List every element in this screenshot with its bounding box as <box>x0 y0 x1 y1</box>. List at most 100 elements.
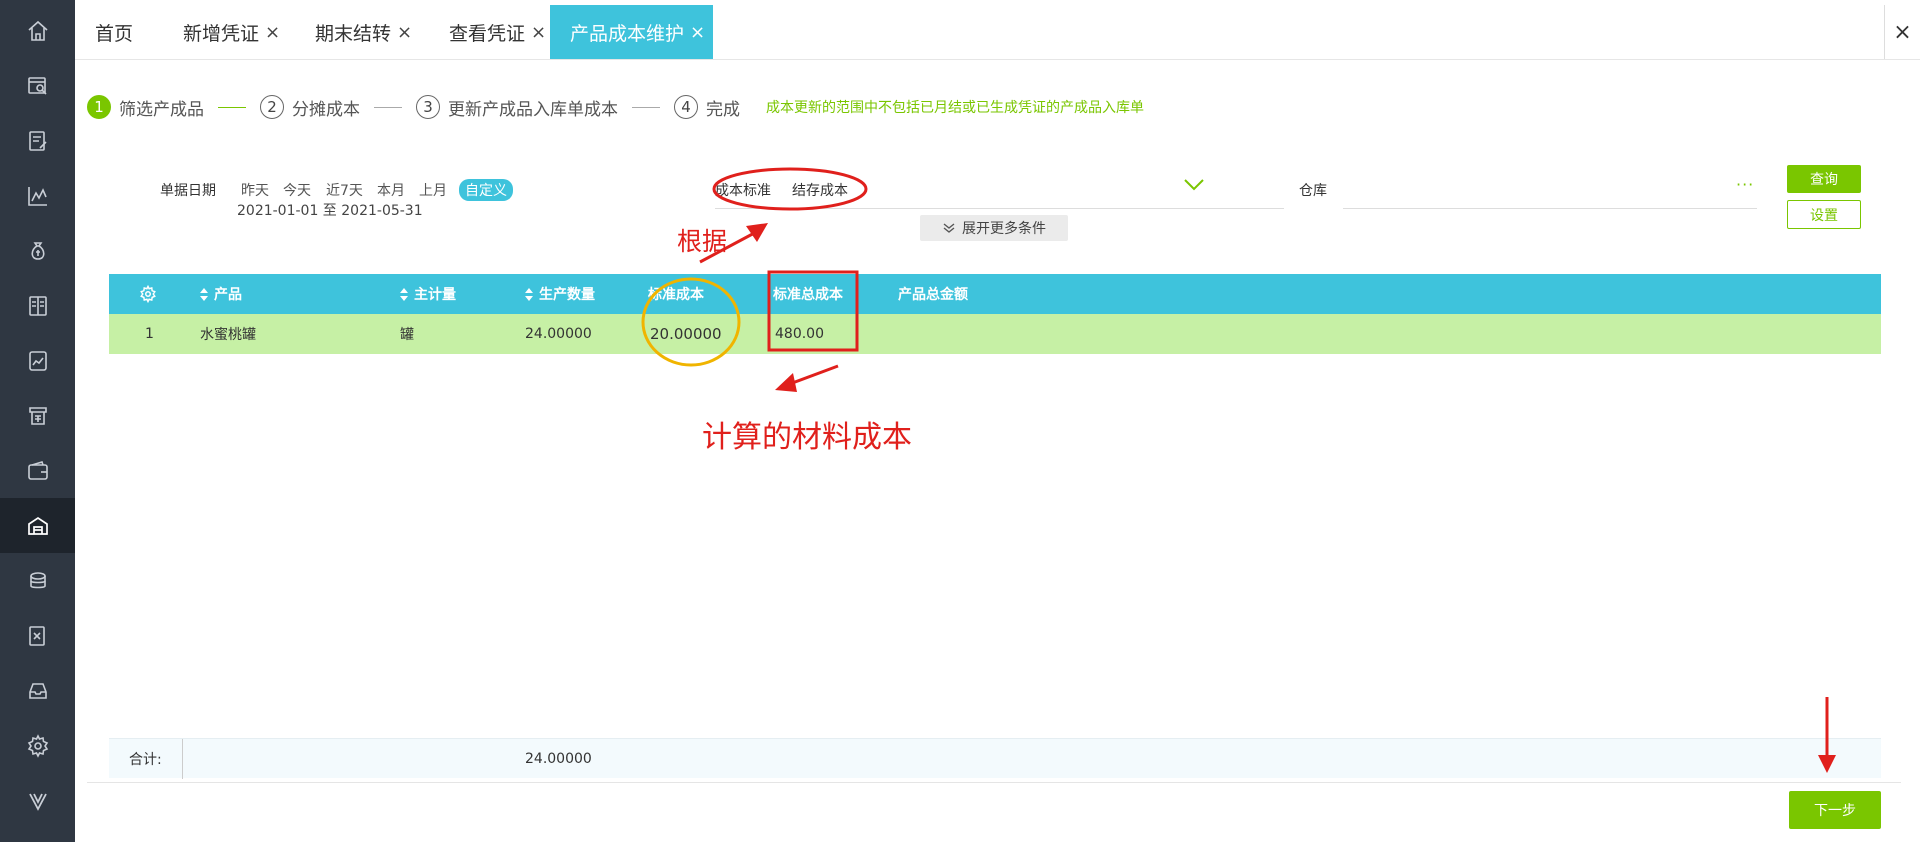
annotation-basis: 根据 <box>677 227 728 256</box>
date-option-last-month[interactable]: 上月 <box>419 180 447 200</box>
date-option-custom[interactable]: 自定义 <box>459 179 513 201</box>
step-3: 3 更新产成品入库单成本 <box>416 95 618 120</box>
tab-bar: 首页 新增凭证 × 期末结转 × 查看凭证 × 产品成本维护 × × <box>75 0 1920 60</box>
cell-unit[interactable]: 罐 <box>400 314 414 354</box>
close-icon[interactable]: × <box>531 22 546 43</box>
date-option-yesterday[interactable]: 昨天 <box>241 180 269 200</box>
column-unit[interactable]: 主计量 <box>400 274 456 314</box>
cell-quantity[interactable]: 24.00000 <box>525 314 592 354</box>
cell-product[interactable]: 水蜜桃罐 <box>200 314 256 354</box>
column-label: 产品总金额 <box>898 287 968 303</box>
close-icon[interactable]: × <box>397 22 412 43</box>
close-all-icon[interactable]: × <box>1884 5 1920 59</box>
step-4: 4 完成 <box>674 95 740 120</box>
tab-label: 首页 <box>95 22 134 45</box>
cell-std-cost[interactable]: 20.00000 <box>650 314 722 354</box>
table-row[interactable]: 1 水蜜桃罐 罐 24.00000 20.00000 480.00 <box>109 314 1881 354</box>
step-label: 分摊成本 <box>292 99 360 120</box>
step-2: 2 分摊成本 <box>260 95 360 120</box>
tab-view-voucher[interactable]: 查看凭证 × <box>429 5 561 59</box>
more-icon[interactable]: ··· <box>1736 175 1754 194</box>
asset-icon[interactable] <box>0 553 75 608</box>
expand-more-button[interactable]: 展开更多条件 <box>920 215 1068 241</box>
query-button[interactable]: 查询 <box>1787 165 1861 193</box>
close-icon[interactable]: × <box>690 22 705 43</box>
cell-std-total[interactable]: 480.00 <box>775 314 824 354</box>
column-product[interactable]: 产品 <box>200 274 242 314</box>
step-connector <box>632 106 660 108</box>
expand-more-label: 展开更多条件 <box>962 221 1046 237</box>
column-total-amount[interactable]: 产品总金额 <box>898 274 968 314</box>
row-index: 1 <box>145 326 154 342</box>
setting-button[interactable]: 设置 <box>1787 200 1861 229</box>
column-label: 主计量 <box>414 287 456 303</box>
tab-label: 查看凭证 <box>449 22 526 45</box>
date-option-today[interactable]: 今天 <box>283 180 311 200</box>
column-label: 标准成本 <box>648 287 704 303</box>
bottom-divider <box>87 782 1901 783</box>
inbox-icon[interactable] <box>0 663 75 718</box>
footer-label: 合计: <box>129 752 162 768</box>
sort-icon[interactable] <box>400 287 408 301</box>
double-chevron-down-icon <box>943 223 955 233</box>
chevron-down-icon[interactable] <box>1183 178 1205 192</box>
sidebar <box>0 0 75 842</box>
step-indicator: 1 筛选产成品 2 分摊成本 3 更新产成品入库单成本 4 完成 成本更新的范围… <box>87 92 1144 122</box>
wallet-icon[interactable] <box>0 443 75 498</box>
date-range[interactable]: 2021-01-01 至 2021-05-31 <box>237 200 423 220</box>
gear-icon[interactable] <box>0 718 75 773</box>
tax-icon[interactable] <box>0 608 75 663</box>
sort-icon[interactable] <box>525 287 533 301</box>
cost-standard-select[interactable]: 结存成本 <box>792 180 848 200</box>
cost-standard-underline <box>715 208 1284 209</box>
report-icon[interactable] <box>0 333 75 388</box>
column-quantity[interactable]: 生产数量 <box>525 274 595 314</box>
column-label: 标准总成本 <box>773 287 843 303</box>
step-1: 1 筛选产成品 <box>87 95 204 120</box>
main-content: 1 筛选产成品 2 分摊成本 3 更新产成品入库单成本 4 完成 成本更新的范围… <box>75 60 1920 842</box>
tab-new-voucher[interactable]: 新增凭证 × <box>163 5 295 59</box>
step-connector <box>374 106 402 108</box>
column-std-total[interactable]: 标准总成本 <box>773 274 843 314</box>
table-footer: 合计: 24.00000 <box>109 738 1881 779</box>
invoice-icon[interactable] <box>0 388 75 443</box>
cost-standard-label: 成本标准 <box>715 183 771 199</box>
v-logo-icon[interactable] <box>0 773 75 828</box>
annotation-material-cost: 计算的材料成本 <box>702 420 912 455</box>
step-label: 筛选产成品 <box>119 99 204 120</box>
tab-period-end[interactable]: 期末结转 × <box>295 5 429 59</box>
chart-icon[interactable] <box>0 168 75 223</box>
money-bag-icon[interactable] <box>0 223 75 278</box>
column-std-cost[interactable]: 标准成本 <box>648 274 704 314</box>
warehouse-input[interactable] <box>1343 208 1757 209</box>
column-label: 生产数量 <box>539 287 595 303</box>
next-step-button[interactable]: 下一步 <box>1789 791 1881 829</box>
warehouse-icon[interactable] <box>0 498 75 553</box>
step-connector <box>218 106 246 108</box>
tab-label: 新增凭证 <box>183 22 260 45</box>
warehouse-label: 仓库 <box>1299 183 1327 199</box>
footer-quantity-total: 24.00000 <box>525 751 592 767</box>
date-option-7days[interactable]: 近7天 <box>326 180 363 200</box>
column-label: 产品 <box>214 287 242 303</box>
tab-home[interactable]: 首页 <box>75 5 163 59</box>
tab-product-cost[interactable]: 产品成本维护 × <box>550 5 713 59</box>
step-number: 3 <box>416 95 440 119</box>
close-icon[interactable]: × <box>265 22 280 43</box>
step-note: 成本更新的范围中不包括已月结或已生成凭证的产成品入库单 <box>766 100 1144 116</box>
sort-icon[interactable] <box>200 287 208 301</box>
tab-label: 期末结转 <box>315 22 392 45</box>
step-number: 1 <box>87 95 111 119</box>
edit-voucher-icon[interactable] <box>0 113 75 168</box>
column-settings-icon[interactable] <box>139 274 157 314</box>
date-label: 单据日期 <box>160 183 216 199</box>
table-header: 产品 主计量 生产数量 标准成本 标准总成本 产品总金额 <box>109 274 1881 314</box>
step-label: 完成 <box>706 99 740 120</box>
footer-divider <box>182 739 183 779</box>
step-number: 2 <box>260 95 284 119</box>
step-label: 更新产成品入库单成本 <box>448 99 618 120</box>
ledger-icon[interactable] <box>0 278 75 333</box>
search-document-icon[interactable] <box>0 58 75 113</box>
home-icon[interactable] <box>0 3 75 58</box>
date-option-this-month[interactable]: 本月 <box>377 180 405 200</box>
